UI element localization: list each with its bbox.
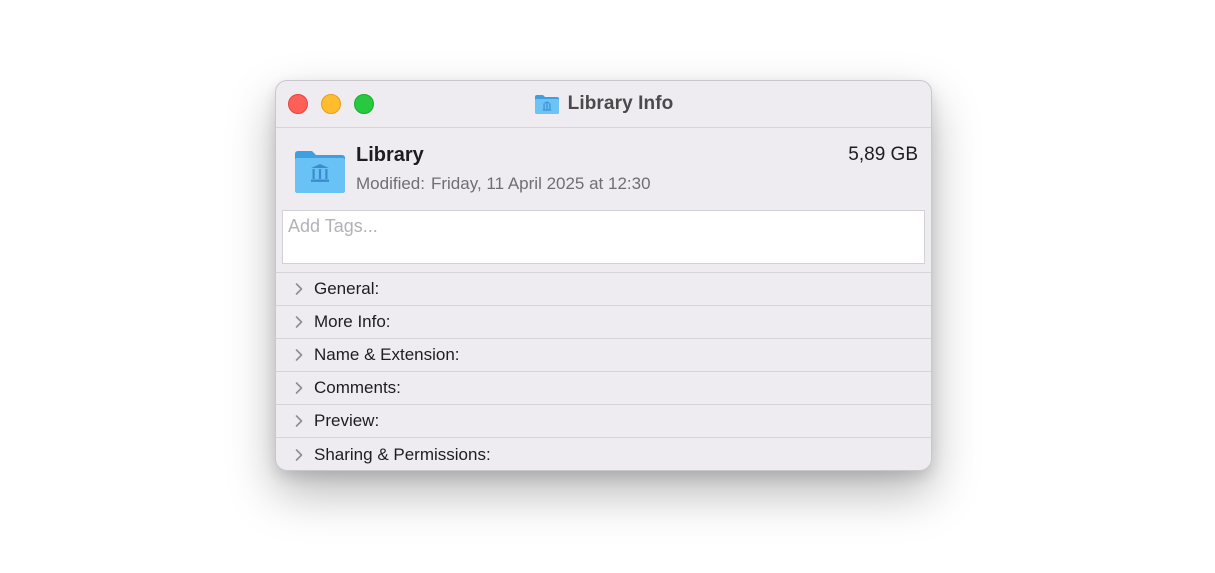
info-window: Library Info Library Modified: Friday, 11… bbox=[275, 80, 932, 471]
file-name: Library bbox=[356, 144, 424, 166]
tags-area bbox=[276, 210, 931, 272]
chevron-right-icon bbox=[295, 382, 303, 394]
section-name-extension[interactable]: Name & Extension: bbox=[276, 339, 931, 372]
zoom-button[interactable] bbox=[354, 94, 374, 114]
modified-label: Modified: bbox=[356, 174, 425, 193]
file-details: Library Modified: Friday, 11 April 2025 a… bbox=[356, 144, 651, 194]
chevron-right-icon bbox=[295, 349, 303, 361]
section-label: General: bbox=[314, 279, 380, 298]
section-label: Name & Extension: bbox=[314, 345, 460, 364]
file-summary: Library Modified: Friday, 11 April 2025 a… bbox=[276, 128, 931, 210]
section-preview[interactable]: Preview: bbox=[276, 405, 931, 438]
minimize-button[interactable] bbox=[321, 94, 341, 114]
section-sharing-permissions[interactable]: Sharing & Permissions: bbox=[276, 438, 931, 470]
tags-input[interactable] bbox=[282, 210, 925, 264]
chevron-right-icon bbox=[295, 316, 303, 328]
section-general[interactable]: General: bbox=[276, 273, 931, 306]
section-label: Comments: bbox=[314, 378, 401, 397]
section-label: Preview: bbox=[314, 411, 380, 430]
window-title: Library Info bbox=[567, 93, 674, 114]
close-button[interactable] bbox=[288, 94, 308, 114]
section-label: Sharing & Permissions: bbox=[314, 444, 491, 464]
chevron-right-icon bbox=[295, 283, 303, 295]
library-folder-icon bbox=[295, 151, 345, 193]
chevron-right-icon bbox=[295, 415, 303, 427]
info-sections: General: More Info: Name & Extension: Co… bbox=[276, 272, 931, 470]
section-comments[interactable]: Comments: bbox=[276, 372, 931, 405]
window-controls bbox=[288, 94, 374, 114]
section-label: More Info: bbox=[314, 312, 391, 331]
library-folder-icon bbox=[534, 95, 559, 114]
modified-date: Modified: Friday, 11 April 2025 at 12:30 bbox=[356, 174, 651, 194]
section-more-info[interactable]: More Info: bbox=[276, 306, 931, 339]
window-title-group: Library Info bbox=[534, 93, 674, 115]
chevron-right-icon bbox=[295, 448, 303, 461]
file-size: 5,89 GB bbox=[848, 144, 918, 165]
title-bar[interactable]: Library Info bbox=[276, 81, 931, 128]
modified-value: Friday, 11 April 2025 at 12:30 bbox=[430, 174, 651, 193]
